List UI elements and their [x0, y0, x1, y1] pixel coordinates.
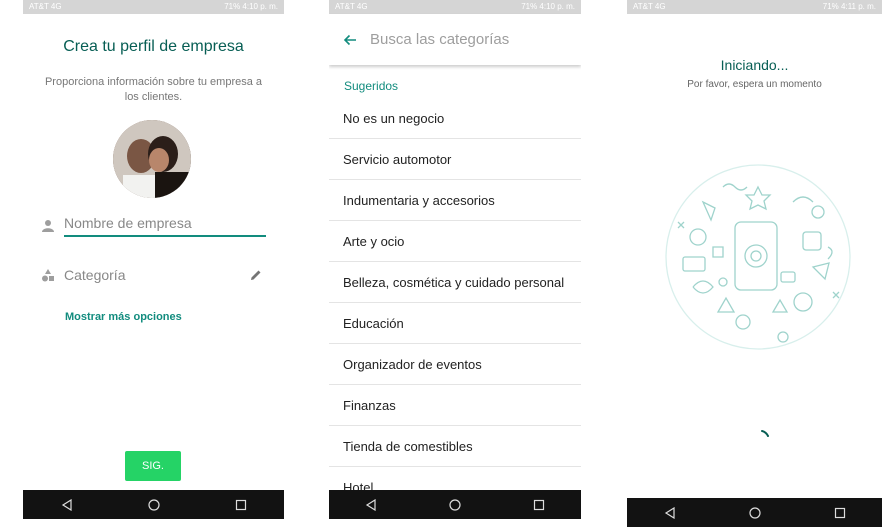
profile-photo-image — [113, 120, 191, 198]
home-circle-icon[interactable] — [435, 490, 475, 519]
more-options-link[interactable]: Mostrar más opciones — [65, 311, 182, 323]
business-name-input[interactable]: Nombre de empresa — [64, 215, 266, 237]
status-carrier: AT&T 4G — [633, 2, 666, 11]
category-field[interactable]: Categoría — [38, 265, 266, 285]
pencil-icon[interactable] — [246, 265, 266, 285]
suggested-section-label: Sugeridos — [344, 79, 399, 93]
person-icon — [38, 216, 58, 236]
category-input[interactable]: Categoría — [64, 267, 246, 283]
loading-spinner-icon — [761, 430, 769, 437]
recents-square-icon[interactable] — [820, 498, 860, 527]
list-item[interactable]: Organizador de eventos — [329, 344, 581, 385]
home-circle-icon[interactable] — [735, 498, 775, 527]
home-circle-icon[interactable] — [134, 490, 174, 519]
status-bar: AT&T 4G 71% 4:10 p. m. — [23, 0, 284, 14]
shapes-icon — [38, 265, 58, 285]
back-triangle-icon[interactable] — [351, 490, 391, 519]
status-right: 71% 4:10 p. m. — [224, 2, 278, 11]
status-carrier: AT&T 4G — [29, 2, 62, 11]
status-bar: AT&T 4G 71% 4:10 p. m. — [329, 0, 581, 14]
search-bar — [329, 14, 581, 65]
list-item[interactable]: Belleza, cosmética y cuidado personal — [329, 262, 581, 303]
business-name-field[interactable]: Nombre de empresa — [38, 215, 266, 237]
list-item[interactable]: No es un negocio — [329, 98, 581, 139]
profile-photo-avatar[interactable] — [113, 120, 191, 198]
recents-square-icon[interactable] — [519, 490, 559, 519]
screen-categories: AT&T 4G 71% 4:10 p. m. Sugeridos No es u… — [329, 0, 581, 519]
list-item[interactable]: Finanzas — [329, 385, 581, 426]
doodle-illustration-icon — [665, 164, 851, 350]
loading-subtitle: Por favor, espera un momento — [687, 79, 822, 90]
nav-bar — [23, 490, 284, 519]
status-right: 71% 4:10 p. m. — [521, 2, 575, 11]
category-list: No es un negocio Servicio automotor Indu… — [329, 98, 581, 508]
status-right: 71% 4:11 p. m. — [822, 2, 876, 11]
page-subtitle: Proporciona información sobre tu empresa… — [44, 76, 263, 103]
status-bar: AT&T 4G 71% 4:11 p. m. — [627, 0, 882, 14]
back-triangle-icon[interactable] — [650, 498, 690, 527]
page-title: Crea tu perfil de empresa — [63, 38, 244, 55]
screen-create-profile: AT&T 4G 71% 4:10 p. m. Crea tu perfil de… — [23, 0, 284, 519]
recents-square-icon[interactable] — [221, 490, 261, 519]
screen-initializing: AT&T 4G 71% 4:11 p. m. Iniciando... Por … — [627, 0, 882, 527]
list-item[interactable]: Servicio automotor — [329, 139, 581, 180]
nav-bar — [627, 498, 882, 527]
status-carrier: AT&T 4G — [335, 2, 368, 11]
list-item[interactable]: Tienda de comestibles — [329, 426, 581, 467]
list-item[interactable]: Educación — [329, 303, 581, 344]
list-item[interactable]: Indumentaria y accesorios — [329, 180, 581, 221]
next-button[interactable]: SIG. — [125, 451, 181, 481]
back-triangle-icon[interactable] — [47, 490, 87, 519]
nav-bar — [329, 490, 581, 519]
list-item[interactable]: Arte y ocio — [329, 221, 581, 262]
back-arrow-icon[interactable] — [332, 22, 368, 58]
loading-title: Iniciando... — [720, 57, 789, 73]
category-search-input[interactable] — [368, 30, 581, 49]
